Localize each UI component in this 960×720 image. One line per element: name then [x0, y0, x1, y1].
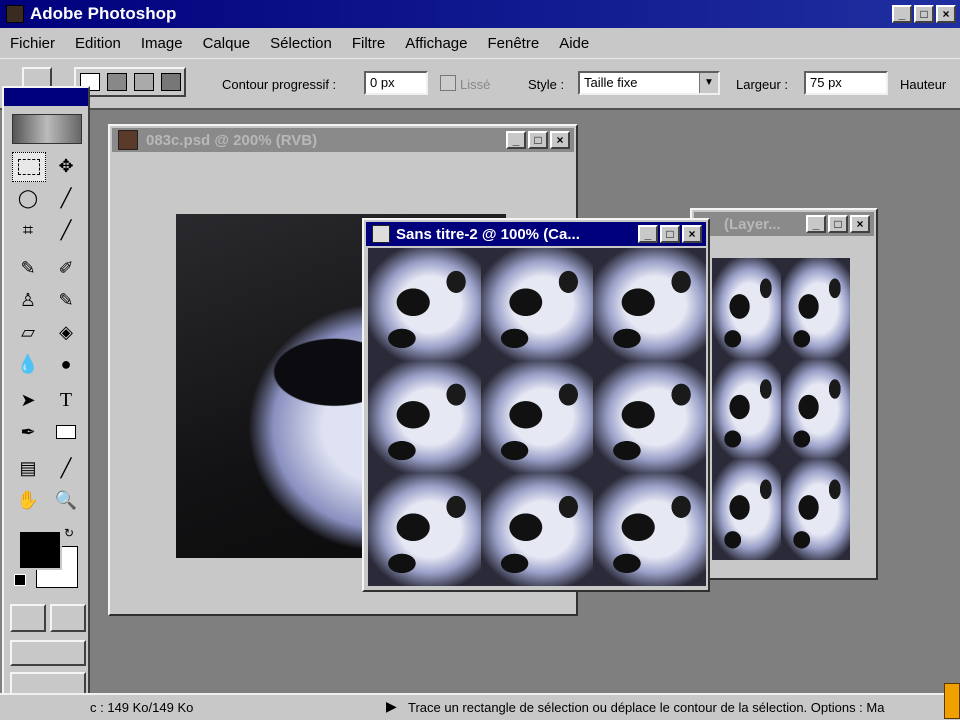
antialias-checkbox[interactable] [440, 75, 456, 91]
document-titlebar[interactable]: (Layer... _ □ × [694, 212, 874, 236]
canvas-tiled-pattern[interactable] [712, 258, 850, 560]
app-title: Adobe Photoshop [30, 4, 177, 23]
document-icon [372, 225, 390, 243]
antialias-label: Lissé [460, 77, 491, 92]
rectangle-icon[interactable] [50, 418, 82, 446]
status-bar: c : 149 Ko/149 Ko ▶ Trace un rectangle d… [0, 683, 960, 720]
default-colors-icon[interactable] [14, 574, 26, 586]
document-title: 083c.psd @ 200% (RVB) [146, 131, 318, 149]
hand-icon[interactable]: ✋ [12, 486, 44, 514]
close-button[interactable]: × [850, 215, 870, 233]
crop-icon[interactable]: ⌗ [12, 216, 44, 244]
document-window-layer[interactable]: (Layer... _ □ × [690, 208, 878, 580]
close-button[interactable]: × [936, 5, 956, 23]
canvas-tiled-pattern[interactable] [368, 248, 706, 586]
intersect-selection-icon[interactable] [160, 73, 181, 91]
pen-icon[interactable]: ✒ [12, 418, 44, 446]
type-icon[interactable]: T [50, 386, 82, 414]
menu-fichier[interactable]: Fichier [0, 35, 65, 52]
zoom-icon[interactable]: 🔍 [50, 486, 82, 514]
document-window-sans-titre[interactable]: Sans titre-2 @ 100% (Ca... _ □ × [362, 218, 710, 592]
adobe-eye-logo[interactable] [12, 114, 82, 144]
menu-filtre[interactable]: Filtre [342, 35, 395, 52]
document-icon [118, 130, 138, 150]
menu-edition[interactable]: Edition [65, 35, 131, 52]
foreground-color-swatch[interactable] [18, 530, 62, 570]
history-brush-icon[interactable]: ✎ [50, 286, 82, 314]
close-button[interactable]: × [682, 225, 702, 243]
swap-colors-icon[interactable]: ↻ [64, 526, 74, 540]
maximize-button[interactable]: □ [528, 131, 548, 149]
maximize-button[interactable]: □ [828, 215, 848, 233]
minimize-button[interactable]: _ [892, 5, 912, 23]
menu-fenetre[interactable]: Fenêtre [477, 35, 549, 52]
maximize-button[interactable]: □ [914, 5, 934, 23]
menu-bar: Fichier Edition Image Calque Sélection F… [0, 28, 960, 58]
dodge-icon[interactable]: ● [50, 350, 82, 378]
document-title: (Layer... [724, 215, 781, 233]
maximize-button[interactable]: □ [660, 225, 680, 243]
menu-calque[interactable]: Calque [193, 35, 261, 52]
rubber-stamp-icon[interactable]: ♙ [12, 286, 44, 314]
lasso-icon[interactable]: ◯ [12, 184, 44, 212]
photoshop-app-icon [6, 5, 24, 23]
path-selection-icon[interactable]: ➤ [12, 386, 44, 414]
airbrush-icon[interactable]: ✎ [12, 254, 44, 282]
app-titlebar: Adobe Photoshop _ □ × [0, 0, 960, 28]
notes-icon[interactable]: ▤ [12, 454, 44, 482]
move-icon[interactable]: ✥ [50, 152, 82, 180]
width-input[interactable]: 75 px [804, 71, 888, 95]
document-titlebar[interactable]: Sans titre-2 @ 100% (Ca... _ □ × [366, 222, 706, 246]
menu-affichage[interactable]: Affichage [395, 35, 477, 52]
toolbox-titlebar[interactable] [4, 88, 88, 106]
subtract-selection-icon[interactable] [133, 73, 154, 91]
blur-icon[interactable]: 💧 [12, 350, 44, 378]
rectangular-marquee-icon[interactable] [12, 152, 46, 182]
document-size-readout: c : 149 Ko/149 Ko [90, 700, 194, 715]
standard-mode-button[interactable] [10, 604, 46, 632]
style-label: Style : [528, 77, 565, 92]
style-select[interactable]: Taille fixe ▼ [578, 71, 720, 95]
text-cursor-icon [944, 683, 960, 719]
screen-mode-buttons[interactable] [10, 640, 86, 666]
menu-aide[interactable]: Aide [549, 35, 599, 52]
add-selection-icon[interactable] [106, 73, 127, 91]
close-button[interactable]: × [550, 131, 570, 149]
eraser-icon[interactable]: ▱ [12, 318, 44, 346]
toolbox-panel: ✥ ◯ ╱ ⌗ ╱ ✎ ✐ ♙ ✎ ▱ ◈ 💧 ● ➤ T ✒ ▤ ╱ ✋ 🔍 … [2, 86, 90, 706]
eyedropper-icon[interactable]: ╱ [50, 216, 82, 244]
chevron-down-icon[interactable]: ▼ [699, 73, 718, 93]
minimize-button[interactable]: _ [806, 215, 826, 233]
paintbrush-icon[interactable]: ✐ [50, 254, 82, 282]
feather-input[interactable]: 0 px [364, 71, 428, 95]
magic-wand-icon[interactable]: ╱ [50, 184, 82, 212]
document-title: Sans titre-2 @ 100% (Ca... [396, 225, 580, 243]
paint-bucket-icon[interactable]: ◈ [50, 318, 82, 346]
color-sampler-icon[interactable]: ╱ [50, 454, 82, 482]
feather-label: Contour progressif : [222, 77, 337, 92]
selection-mode-group[interactable] [74, 67, 186, 97]
options-bar: Contour progressif : 0 px Lissé Style : … [0, 58, 960, 110]
menu-selection[interactable]: Sélection [260, 35, 342, 52]
status-hint-text: Trace un rectangle de sélection ou dépla… [408, 700, 885, 715]
minimize-button[interactable]: _ [506, 131, 526, 149]
status-arrow-icon[interactable]: ▶ [386, 698, 397, 715]
minimize-button[interactable]: _ [638, 225, 658, 243]
document-titlebar[interactable]: 083c.psd @ 200% (RVB) _ □ × [112, 128, 574, 152]
menu-image[interactable]: Image [131, 35, 193, 52]
quick-mask-mode-button[interactable] [50, 604, 86, 632]
width-label: Largeur : [736, 77, 789, 92]
height-label: Hauteur [900, 77, 947, 92]
